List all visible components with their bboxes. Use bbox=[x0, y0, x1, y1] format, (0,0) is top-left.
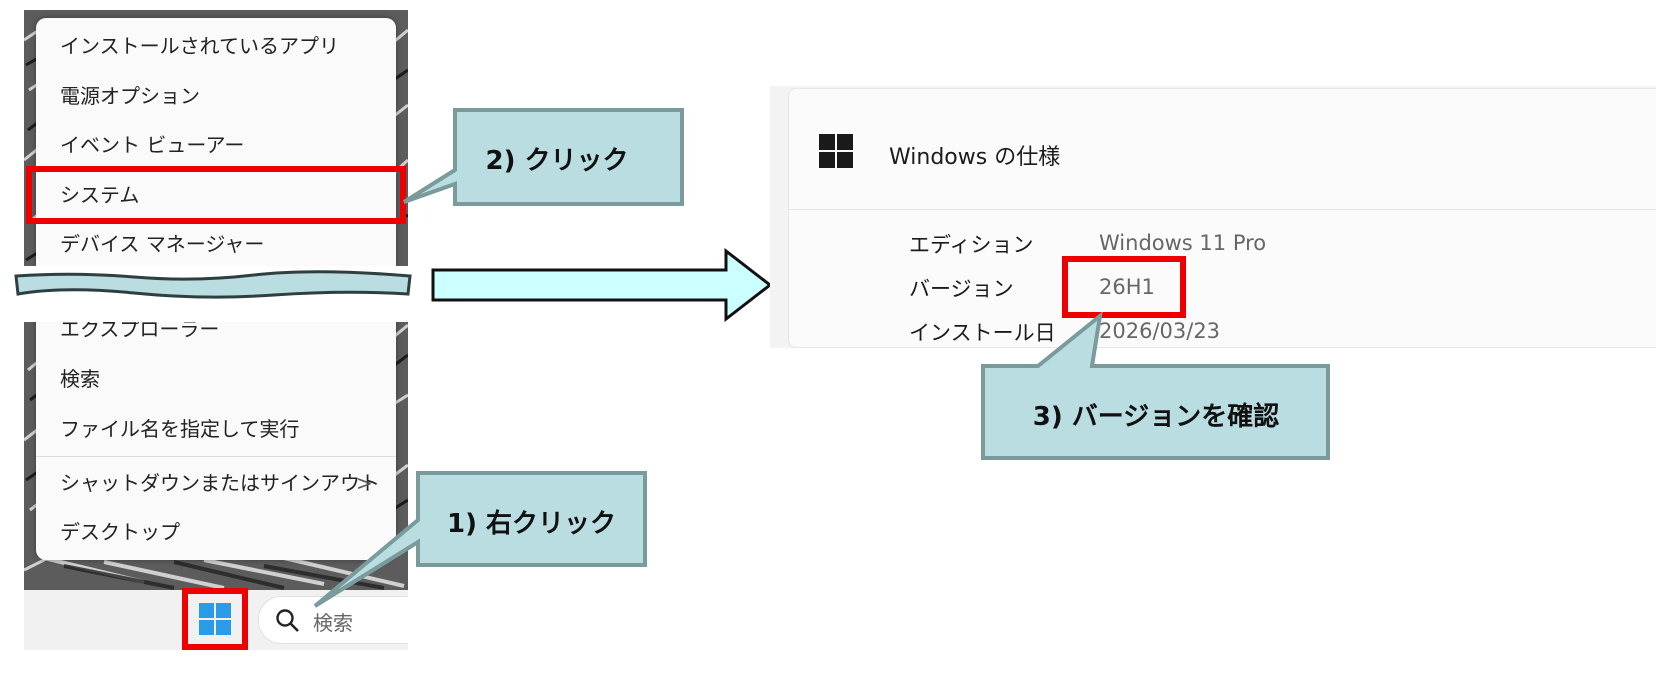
highlight-start-button bbox=[182, 588, 248, 650]
windows-spec-title: Windows の仕様 bbox=[889, 145, 1061, 170]
menu-item-desktop[interactable]: デスクトップ bbox=[60, 520, 180, 544]
menu-item-event-viewer[interactable]: イベント ビューアー bbox=[60, 133, 244, 157]
menu-separator bbox=[36, 456, 396, 457]
windows-spec-card: Windows の仕様 エディション Windows 11 Pro バージョン … bbox=[788, 88, 1656, 348]
highlight-version bbox=[1062, 256, 1186, 318]
search-icon bbox=[276, 609, 299, 632]
arrow-right-icon bbox=[431, 248, 773, 322]
windows-spec-header[interactable]: Windows の仕様 bbox=[789, 89, 1656, 210]
menu-item-run[interactable]: ファイル名を指定して実行 bbox=[60, 417, 299, 441]
menu-item-search[interactable]: 検索 bbox=[60, 367, 100, 391]
callout-step-3-text: 3) バージョンを確認 bbox=[1032, 402, 1280, 432]
menu-item-device-manager[interactable]: デバイス マネージャー bbox=[60, 232, 264, 256]
menu-item-installed-apps[interactable]: インストールされているアプリ bbox=[60, 34, 339, 58]
image-cut-band bbox=[14, 266, 412, 322]
callout-step-2: 2) クリック bbox=[400, 108, 686, 208]
edition-label: エディション bbox=[909, 233, 1034, 257]
windows-spec-panel: Windows の仕様 エディション Windows 11 Pro バージョン … bbox=[770, 86, 1656, 348]
callout-step-1: 1) 右クリック bbox=[312, 470, 648, 610]
version-label: バージョン bbox=[909, 277, 1014, 301]
callout-step-2-text: 2) クリック bbox=[485, 146, 629, 176]
callout-step-1-text: 1) 右クリック bbox=[446, 509, 617, 539]
highlight-system bbox=[26, 166, 406, 224]
menu-item-power-options[interactable]: 電源オプション bbox=[60, 84, 200, 108]
windows-logo-icon bbox=[819, 134, 853, 168]
edition-value: Windows 11 Pro bbox=[1099, 231, 1267, 255]
search-placeholder: 検索 bbox=[313, 611, 353, 635]
callout-step-3: 3) バージョンを確認 bbox=[980, 312, 1332, 462]
